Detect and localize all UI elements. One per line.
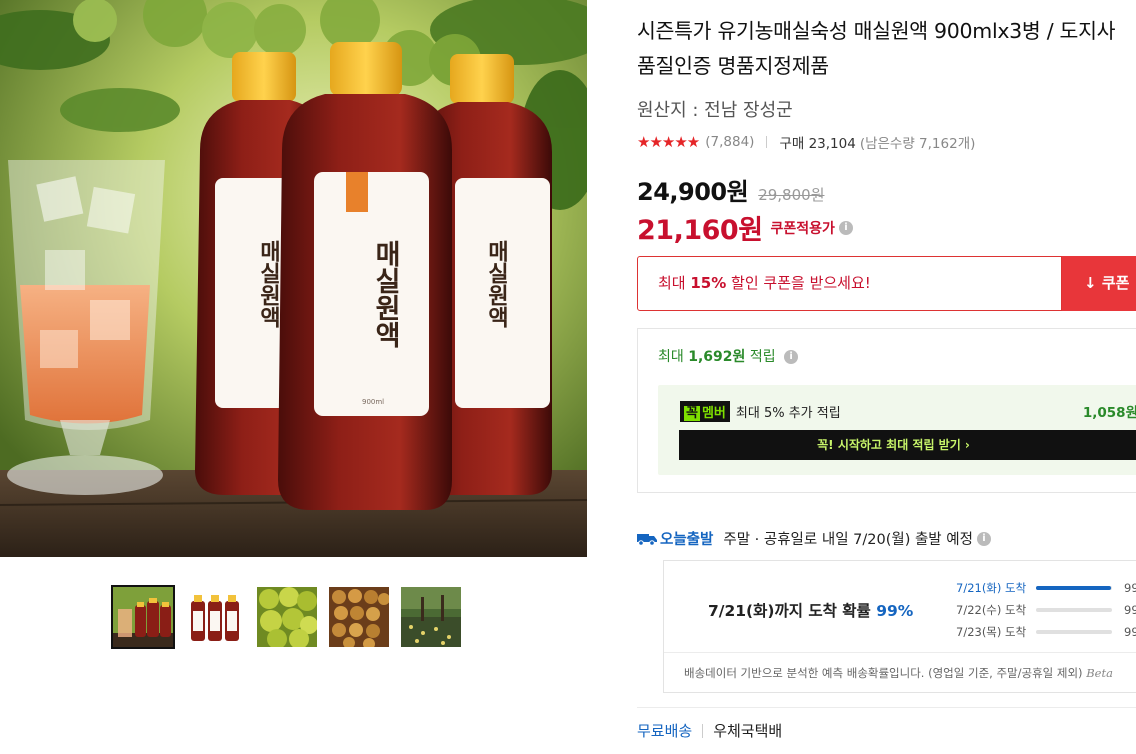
thumbnail-5[interactable] <box>401 587 461 647</box>
remaining-stock: (남은수량 7,162개) <box>859 136 976 152</box>
purchase-count: 구매 23,104 <box>779 136 856 152</box>
rating-row: ★★★★★ (7,884) 구매 23,104 (남은수량 7,162개) <box>637 132 975 152</box>
product-photo: 매실원액 매실원액 매실원액 900ml <box>0 0 587 557</box>
delivery-note: 배송데이터 기반으로 분석한 예측 배송확률입니다. (영업일 기준, 주말/공… <box>664 652 1136 692</box>
coupon-price: 21,160원 <box>637 215 763 246</box>
today-shipping-label: 오늘출발 <box>660 532 714 548</box>
product-info-panel: 시즌특가 유기농매실숙성 매실원액 900mlx3병 / 도지사 품질인증 명품… <box>637 0 1136 754</box>
arrival-row: 7/23(목) 도착 99% <box>956 621 1136 643</box>
shipping-row: 무료배송 우체국택배 <box>637 720 782 741</box>
bottle-center <box>278 42 452 510</box>
arrival-row-percent: 99% <box>1124 603 1136 617</box>
shipping-schedule: 주말 · 공휴일로 내일 7/20(월) 출발 예정 <box>723 532 973 548</box>
beta-label: Beta <box>1086 666 1113 680</box>
divider <box>766 136 768 148</box>
coupon-percent: 15% <box>690 274 727 292</box>
arrival-row: 7/22(수) 도착 99% <box>956 599 1136 621</box>
arrival-text: 7/21(화)까지 도착 확률 <box>708 602 877 620</box>
download-icon: ↓ <box>1084 274 1097 292</box>
info-icon[interactable]: i <box>784 350 799 364</box>
free-shipping-label: 무료배송 <box>637 722 693 740</box>
coupon-banner[interactable]: 최대 15% 할인 쿠폰을 받으세요! <box>637 256 1062 311</box>
reward-box: 최대 1,692원 적립 i 꼭 멤버 최대 5% 추가 적립 1,058원 꼭!… <box>637 328 1136 493</box>
divider <box>702 723 704 738</box>
member-benefit-text: 최대 5% 추가 적립 <box>735 406 841 421</box>
coupon-price-row: 21,160원 쿠폰적용가 i <box>637 208 853 247</box>
today-shipping-badge: 오늘출발 <box>637 528 713 549</box>
coupon-download-button[interactable]: ↓ 쿠폰 <box>1062 256 1136 311</box>
thumbnail-4[interactable] <box>329 587 389 647</box>
divider <box>637 707 1136 708</box>
sale-price: 24,900원 <box>637 178 749 206</box>
arrival-summary: 7/21(화)까지 도착 확률 99% <box>708 599 913 621</box>
info-icon[interactable]: i <box>976 531 991 546</box>
arrival-probability-box: 7/21(화)까지 도착 확률 99% 7/21(화) 도착 99% 7/22(… <box>663 560 1136 693</box>
member-logo: 꼭 멤버 <box>680 401 730 422</box>
bottle-volume: 900ml <box>362 398 384 406</box>
arrival-bar <box>1036 586 1112 590</box>
delivery-note-text: 배송데이터 기반으로 분석한 예측 배송확률입니다. (영업일 기준, 주말/공… <box>684 666 1083 680</box>
reward-prefix: 최대 <box>658 349 689 365</box>
member-tag: 꼭 멤버 최대 5% 추가 적립 <box>680 401 841 422</box>
coupon-price-label: 쿠폰적용가 <box>770 220 835 237</box>
arrival-date: 7/22(수) 도착 <box>956 603 1027 617</box>
reward-amount: 1,692원 <box>688 349 746 365</box>
today-shipping-row: 오늘출발 주말 · 공휴일로 내일 7/20(월) 출발 예정 i <box>637 528 991 549</box>
product-title: 시즌특가 유기농매실숙성 매실원액 900mlx3병 / 도지사 품질인증 명품… <box>637 19 1116 78</box>
coupon-text-suffix: 할인 쿠폰을 받으세요! <box>726 274 871 292</box>
arrival-row-percent: 99% <box>1124 625 1136 639</box>
review-count-link[interactable]: (7,884) <box>705 134 754 150</box>
reward-points: 최대 1,692원 적립 i <box>658 346 799 366</box>
arrival-row: 7/21(화) 도착 99% <box>956 577 1136 599</box>
arrival-bar <box>1036 630 1112 634</box>
arrival-date: 7/21(화) 도착 <box>956 581 1027 595</box>
rating-stars-icon: ★★★★★ <box>637 133 700 151</box>
coupon-text-prefix: 최대 <box>658 274 691 292</box>
member-benefit-amount: 1,058원 <box>1082 405 1136 421</box>
truck-icon <box>637 533 657 546</box>
coupon-button-label: 쿠폰 <box>1101 274 1130 292</box>
thumbnail-2[interactable] <box>185 587 245 647</box>
original-price: 29,800원 <box>758 186 825 204</box>
bottle-label-right: 매실원액 <box>484 240 509 328</box>
arrival-row-percent: 99% <box>1124 581 1136 595</box>
bottle-label-vertical: 매실원액 <box>370 240 401 348</box>
reward-suffix: 적립 <box>745 349 776 365</box>
price-row: 24,900원 29,800원 <box>637 172 825 207</box>
bottle-label-left: 매실원액 <box>256 240 281 328</box>
product-main-image: 매실원액 매실원액 매실원액 900ml <box>0 0 587 557</box>
member-start-button[interactable]: 꼭! 시작하고 최대 적립 받기 › <box>679 430 1136 460</box>
arrival-bar-fill <box>1036 586 1112 590</box>
thumbnail-3[interactable] <box>257 587 317 647</box>
carrier-label: 우체국택배 <box>713 722 783 740</box>
member-benefit-box: 꼭 멤버 최대 5% 추가 적립 1,058원 꼭! 시작하고 최대 적립 받기 … <box>658 385 1136 475</box>
product-origin: 원산지 : 전남 장성군 <box>637 100 793 121</box>
arrival-bar <box>1036 608 1112 612</box>
thumbnail-1[interactable] <box>111 585 175 649</box>
arrival-date: 7/23(목) 도착 <box>956 625 1027 639</box>
info-icon[interactable]: i <box>838 220 853 235</box>
arrival-percent: 99% <box>876 602 914 620</box>
